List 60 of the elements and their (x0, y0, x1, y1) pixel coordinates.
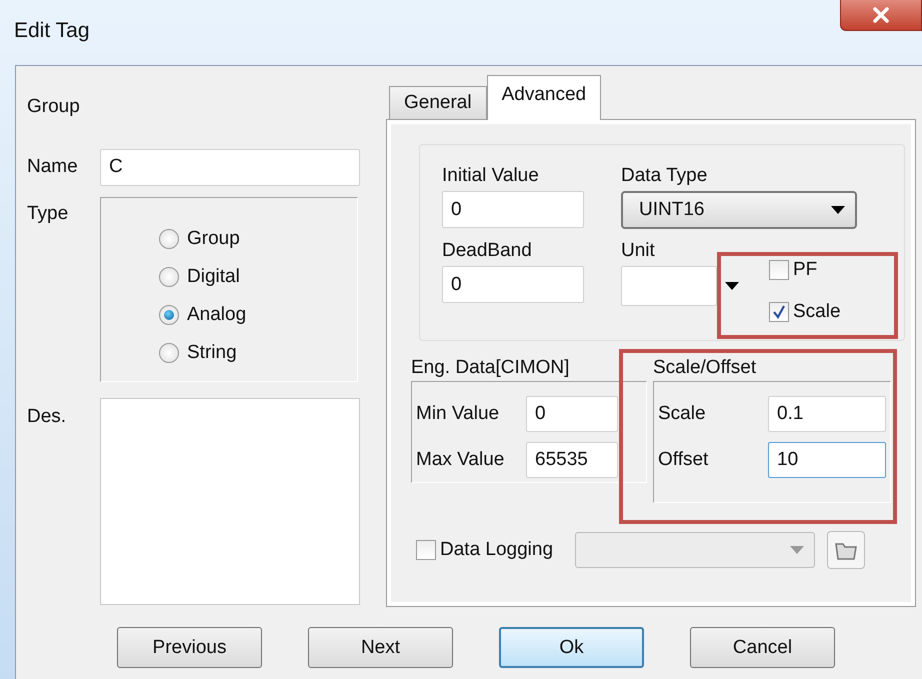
dialog-button[interactable]: Previous (117, 627, 262, 668)
radio-option[interactable]: Analog (159, 302, 357, 328)
radio-label: String (187, 342, 237, 364)
radio-label: Digital (187, 266, 240, 288)
field-label: Group (27, 96, 81, 118)
checkbox[interactable] (769, 260, 789, 280)
tab[interactable]: General (389, 86, 487, 119)
field-label: Min Value (416, 403, 500, 425)
radio-option[interactable]: Digital (159, 264, 357, 290)
deadband-field[interactable]: 0 (442, 266, 584, 303)
close-icon (872, 7, 890, 23)
caret-icon (831, 206, 845, 214)
radio-label: Analog (187, 304, 246, 326)
caret-icon (725, 282, 739, 290)
dialog-button[interactable]: Ok (499, 627, 644, 668)
checkbox-option[interactable]: Data Logging (416, 539, 554, 561)
field-label: DeadBand (442, 240, 533, 263)
tab[interactable]: Advanced (486, 75, 602, 120)
checkbox-label: PF (793, 259, 818, 281)
logging-dropdown[interactable] (575, 532, 816, 568)
close-button[interactable] (840, 0, 922, 31)
caret-icon (790, 546, 804, 554)
checkbox-option[interactable]: PF (769, 259, 818, 281)
radio-option[interactable]: String (159, 340, 357, 366)
checkbox-label: Data Logging (440, 539, 554, 561)
data-type-dropdown[interactable]: UINT16 (621, 191, 857, 229)
field-label: Data Type (621, 165, 708, 188)
folder-button[interactable] (827, 531, 866, 569)
checkbox[interactable] (769, 302, 789, 322)
group-title: Scale/Offset (653, 356, 758, 380)
radio-circle[interactable] (159, 305, 179, 325)
radio-circle[interactable] (159, 267, 179, 287)
field-label: Unit (621, 240, 656, 263)
radio-option[interactable]: Group (159, 226, 357, 252)
value-field[interactable]: 10 (768, 442, 886, 478)
window-title: Edit Tag (14, 18, 90, 42)
field-label: Name (27, 156, 79, 178)
field-label: Type (27, 202, 70, 225)
name-field[interactable]: C (100, 148, 360, 186)
field-label: Max Value (416, 449, 506, 471)
radio-circle[interactable] (159, 343, 179, 363)
checkbox[interactable] (416, 540, 436, 560)
initial-value-field[interactable]: 0 (442, 191, 584, 228)
checkbox-option[interactable]: Scale (769, 301, 841, 323)
radio-label: Group (187, 228, 240, 250)
radio-circle[interactable] (159, 229, 179, 249)
description-field[interactable] (100, 398, 360, 605)
field-label: Initial Value (442, 165, 540, 188)
checkmark-icon (772, 305, 786, 319)
field-label: Des. (27, 405, 68, 428)
unit-field[interactable] (621, 266, 717, 306)
field-label: Scale (658, 403, 707, 425)
field-label: Offset (658, 449, 710, 471)
value-field[interactable]: 65535 (526, 442, 618, 478)
value-field[interactable]: 0.1 (768, 396, 886, 432)
value-field[interactable]: 0 (526, 396, 618, 432)
group-title: Eng. Data[CIMON] (411, 356, 570, 380)
dialog-button[interactable]: Cancel (690, 627, 835, 668)
checkbox-label: Scale (793, 301, 841, 323)
dialog-button[interactable]: Next (308, 627, 453, 668)
